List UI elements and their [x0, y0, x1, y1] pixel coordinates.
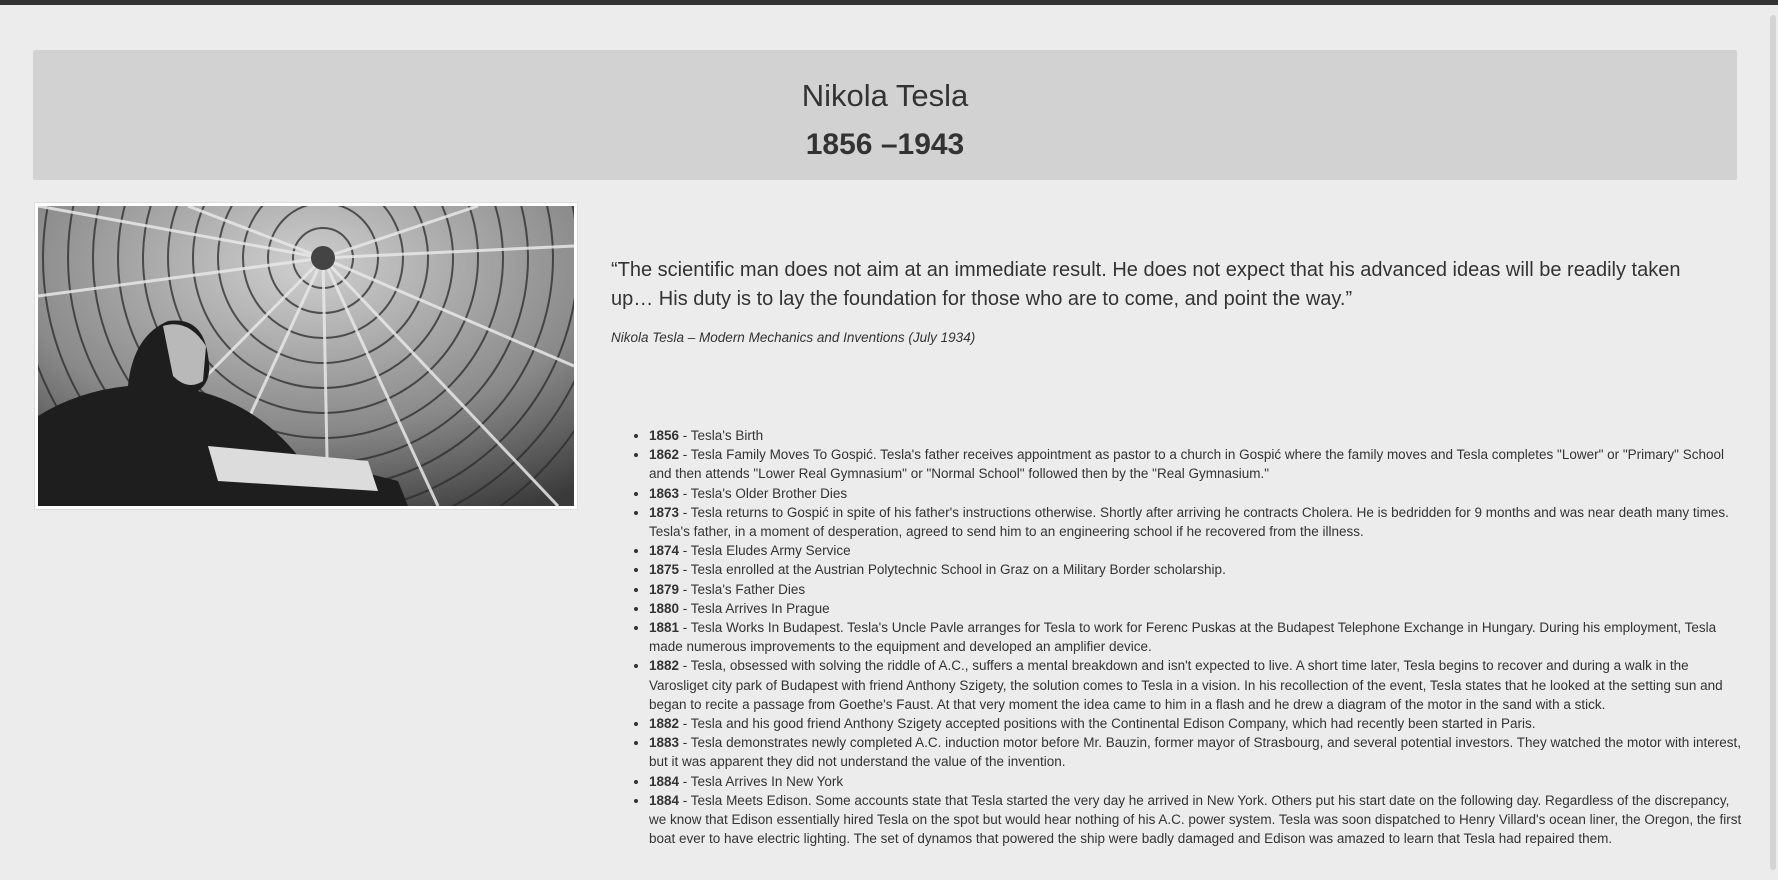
timeline-year: 1884 — [649, 792, 680, 808]
timeline-text: - Tesla Family Moves To Gospić. Tesla's … — [649, 447, 1724, 482]
timeline-text: - Tesla and his good friend Anthony Szig… — [679, 716, 1536, 732]
list-item: 1875 - Tesla enrolled at the Austrian Po… — [649, 560, 1744, 579]
vertical-scrollbar[interactable] — [1766, 5, 1778, 880]
timeline-text: - Tesla's Father Dies — [679, 581, 806, 597]
list-item: 1863 - Tesla's Older Brother Dies — [649, 484, 1744, 503]
timeline-year: 1863 — [649, 485, 680, 501]
list-item: 1873 - Tesla returns to Gospić in spite … — [649, 503, 1744, 541]
timeline-year: 1873 — [649, 504, 680, 520]
timeline-text: - Tesla Eludes Army Service — [679, 543, 851, 559]
timeline-year: 1856 — [649, 428, 680, 443]
timeline-year: 1881 — [649, 620, 680, 636]
life-years: 1856 –1943 — [805, 128, 965, 161]
photo-frame — [34, 202, 578, 510]
list-item: 1884 - Tesla Meets Edison. Some accounts… — [649, 791, 1744, 849]
list-item: 1874 - Tesla Eludes Army Service — [649, 541, 1744, 560]
list-item: 1881 - Tesla Works In Budapest. Tesla's … — [649, 618, 1744, 656]
timeline-text: - Tesla Arrives In New York — [679, 773, 844, 789]
timeline-text: - Tesla, obsessed with solving the riddl… — [649, 658, 1723, 712]
window-top-bar — [0, 0, 1778, 5]
timeline-text: - Tesla returns to Gospić in spite of hi… — [649, 504, 1729, 540]
timeline-year: 1882 — [649, 658, 680, 674]
timeline-year: 1884 — [649, 773, 680, 789]
timeline-text: - Tesla Works In Budapest. Tesla's Uncle… — [649, 620, 1717, 655]
list-item: 1879 - Tesla's Father Dies — [649, 580, 1744, 599]
portrait-photo — [38, 206, 574, 506]
timeline-text: - Tesla enrolled at the Austrian Polytec… — [679, 562, 1226, 578]
timeline-year: 1862 — [649, 447, 680, 463]
timeline-year: 1874 — [649, 543, 680, 559]
list-item: 1883 - Tesla demonstrates newly complete… — [649, 733, 1744, 771]
timeline-list: 1856 - Tesla's Birth 1862 - Tesla Family… — [611, 426, 1744, 848]
timeline-text: - Tesla Meets Edison. Some accounts stat… — [649, 792, 1742, 847]
timeline-year: 1883 — [649, 735, 680, 751]
list-item: 1884 - Tesla Arrives In New York — [649, 772, 1744, 791]
list-item: 1856 - Tesla's Birth — [649, 426, 1744, 445]
timeline-text: - Tesla demonstrates newly completed A.C… — [649, 735, 1742, 770]
timeline-text: - Tesla's Older Brother Dies — [679, 485, 848, 501]
page-title: Nikola Tesla — [801, 78, 969, 113]
scrollbar-thumb[interactable] — [1770, 15, 1776, 870]
timeline-year: 1875 — [649, 562, 680, 578]
timeline-year: 1879 — [649, 581, 680, 597]
timeline-text: - Tesla's Birth — [679, 428, 764, 443]
list-item: 1862 - Tesla Family Moves To Gospić. Tes… — [649, 445, 1744, 483]
quote-source: Nikola Tesla – Modern Mechanics and Inve… — [611, 330, 976, 345]
list-item: 1882 - Tesla and his good friend Anthony… — [649, 714, 1744, 733]
timeline-text: - Tesla Arrives In Prague — [679, 600, 830, 616]
timeline-year: 1880 — [649, 600, 680, 616]
header-banner: Nikola Tesla 1856 –1943 — [33, 50, 1737, 180]
timeline-year: 1882 — [649, 716, 680, 732]
quote-text: “The scientific man does not aim at an i… — [611, 259, 1681, 310]
list-item: 1882 - Tesla, obsessed with solving the … — [649, 656, 1744, 714]
list-item: 1880 - Tesla Arrives In Prague — [649, 599, 1744, 618]
